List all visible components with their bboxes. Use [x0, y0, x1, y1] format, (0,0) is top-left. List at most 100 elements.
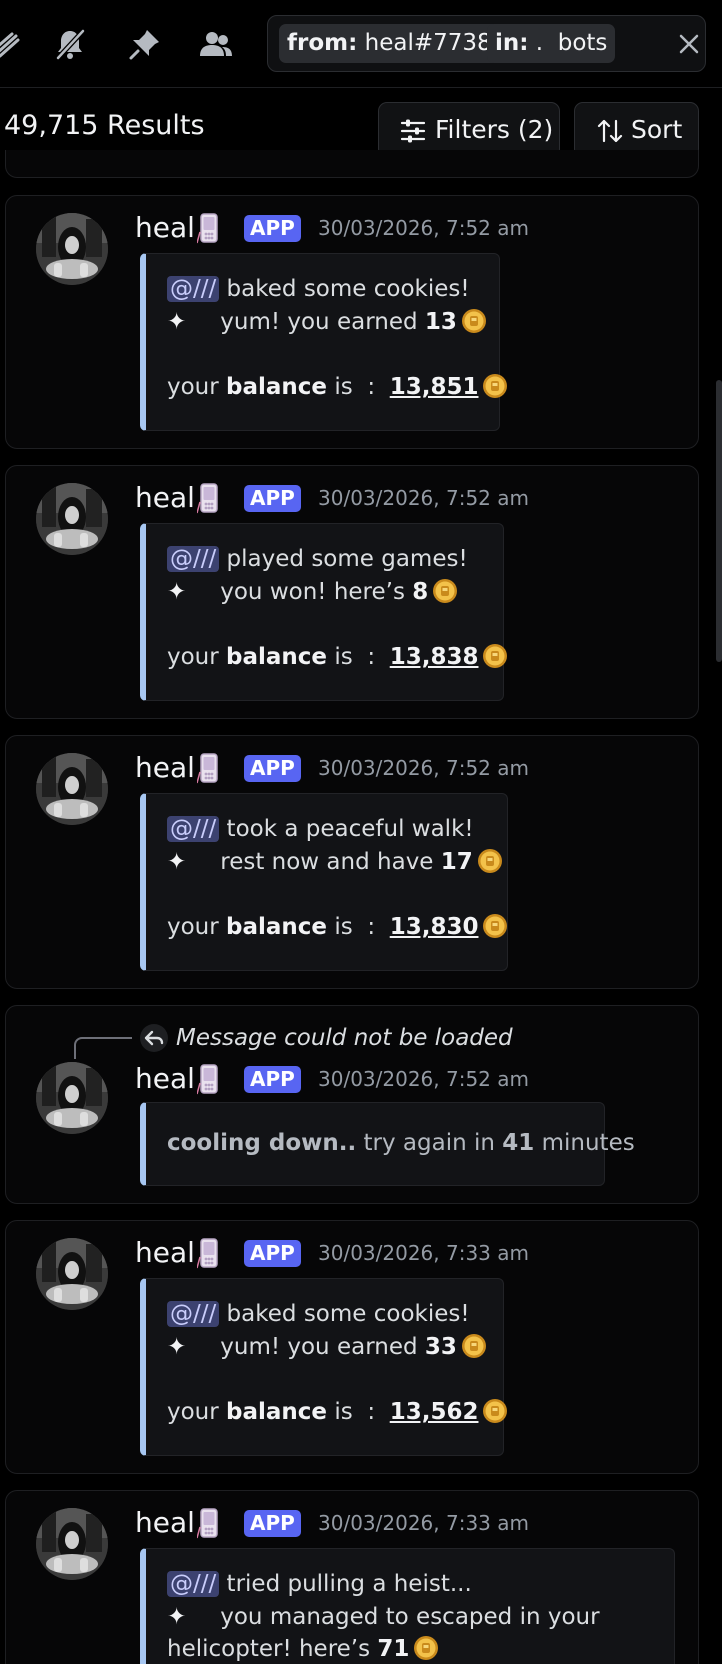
action-text: baked some cookies! — [219, 1301, 470, 1327]
balance-word: balance — [226, 374, 328, 400]
search-result-card[interactable]: Message could not be loaded heal APP 30/… — [5, 1005, 699, 1204]
message-embed: @/// played some games! ✦ you won! here’… — [140, 523, 504, 701]
action-text: baked some cookies! — [219, 276, 470, 302]
reward-text: rest now and have — [220, 849, 441, 875]
avatar[interactable] — [36, 1238, 108, 1310]
app-badge: APP — [244, 1066, 301, 1093]
embed-reward-line: ✦ rest now and have 17 — [167, 847, 503, 877]
message-embed: @/// baked some cookies! ✦ yum! you earn… — [140, 253, 500, 431]
user-mention[interactable]: @/// — [167, 816, 220, 842]
cooldown-bold: cooling down.. — [167, 1130, 357, 1156]
balance-prefix: your — [167, 374, 227, 400]
coin-icon — [482, 643, 508, 669]
sparkle-icon: ✦ — [167, 849, 187, 875]
balance-value: 13,562 — [389, 1399, 479, 1425]
reward-text: you won! here’s — [220, 579, 413, 605]
coin-icon — [432, 578, 458, 604]
username[interactable]: heal — [135, 1235, 195, 1271]
embed-reward-line: ✦ you won! here’s 8 — [167, 577, 458, 607]
reward-amount: 13 — [424, 309, 457, 335]
avatar[interactable] — [36, 213, 108, 285]
filter-sliders-icon — [400, 119, 426, 143]
reward-text: yum! you earned — [220, 309, 425, 335]
search-result-card[interactable]: heal APP 30/03/2026, 7:52 am @/// took a… — [5, 735, 699, 989]
username[interactable]: heal — [135, 1505, 195, 1541]
filters-label: Filters (2) — [435, 115, 554, 144]
app-badge: APP — [244, 1240, 301, 1267]
search-chip-from[interactable]: from: heal#7738 — [279, 24, 500, 63]
embed-action-line: @/// baked some cookies! — [167, 274, 470, 304]
reward-text-2: helicopter! here’s — [167, 1636, 378, 1662]
search-result-card[interactable]: heal APP 30/03/2026, 7:33 am @/// baked … — [5, 1220, 699, 1474]
search-input[interactable]: from: heal#7738 in: . bots — [267, 15, 706, 72]
balance-value: 13,830 — [389, 914, 479, 940]
avatar[interactable] — [36, 1508, 108, 1580]
chip-from-label: from: — [287, 30, 358, 56]
members-icon[interactable] — [198, 26, 234, 62]
coin-icon — [482, 913, 508, 939]
chip-in-value: . bots — [535, 30, 608, 56]
user-mention[interactable]: @/// — [167, 1301, 220, 1327]
search-result-card[interactable]: heal APP 30/03/2026, 7:33 am @/// tried … — [5, 1490, 699, 1664]
coin-icon — [477, 848, 503, 874]
user-mention[interactable]: @/// — [167, 1571, 220, 1597]
avatar[interactable] — [36, 483, 108, 555]
avatar[interactable] — [36, 1062, 108, 1134]
phone-charm-icon — [197, 1237, 221, 1269]
timestamp: 30/03/2026, 7:33 am — [318, 1511, 529, 1535]
timestamp: 30/03/2026, 7:52 am — [318, 216, 529, 240]
app-badge: APP — [244, 1510, 301, 1537]
embed-action-line: @/// took a peaceful walk! — [167, 814, 474, 844]
scrollbar-thumb[interactable] — [716, 380, 722, 662]
reply-arrow-icon — [140, 1024, 168, 1052]
sparkle-icon: ✦ — [167, 579, 187, 605]
search-chip-in[interactable]: in: . bots — [487, 24, 616, 63]
close-icon[interactable] — [671, 26, 707, 62]
embed-balance-line: your balance is : 13,851 — [167, 372, 508, 402]
username[interactable]: heal — [135, 1061, 195, 1097]
message-embed: cooling down.. try again in 41 minutes — [140, 1102, 635, 1186]
embed-reward-line: ✦ yum! you earned 13 — [167, 307, 487, 337]
timestamp: 30/03/2026, 7:33 am — [318, 1241, 529, 1265]
balance-word: balance — [226, 1399, 328, 1425]
cooldown-minutes: 41 — [502, 1130, 535, 1156]
phone-charm-icon — [197, 482, 221, 514]
embed-reward-line: ✦ you managed to escaped in your — [167, 1602, 600, 1632]
balance-word: balance — [226, 644, 328, 670]
sparkle-icon: ✦ — [167, 1334, 187, 1360]
balance-prefix: your — [167, 914, 227, 940]
user-mention[interactable]: @/// — [167, 276, 220, 302]
reward-amount: 71 — [377, 1636, 410, 1662]
app-badge: APP — [244, 755, 301, 782]
pin-icon[interactable] — [127, 26, 163, 62]
username[interactable]: heal — [135, 210, 195, 246]
reward-text: you managed to escaped in your — [220, 1604, 600, 1630]
coin-icon — [461, 1333, 487, 1359]
avatar[interactable] — [36, 753, 108, 825]
coin-icon — [413, 1635, 439, 1661]
action-text: played some games! — [219, 546, 468, 572]
results-count: 49,715 Results — [4, 110, 205, 141]
phone-charm-icon — [197, 1507, 221, 1539]
username[interactable]: heal — [135, 750, 195, 786]
balance-value: 13,838 — [389, 644, 479, 670]
cooldown-line: cooling down.. try again in 41 minutes — [167, 1128, 635, 1158]
embed-action-line: @/// baked some cookies! — [167, 1299, 470, 1329]
search-result-card[interactable]: heal APP 30/03/2026, 7:52 am @/// played… — [5, 465, 699, 719]
balance-separator: is : — [327, 374, 390, 400]
embed-balance-line: your balance is : 13,838 — [167, 642, 508, 672]
threads-icon[interactable] — [0, 26, 28, 62]
reply-unavailable-text: Message could not be loaded — [176, 1025, 513, 1051]
timestamp: 30/03/2026, 7:52 am — [318, 756, 529, 780]
sparkle-icon: ✦ — [167, 1604, 187, 1630]
search-result-card[interactable]: heal APP 30/03/2026, 7:52 am @/// baked … — [5, 195, 699, 449]
balance-separator: is : — [327, 1399, 390, 1425]
username[interactable]: heal — [135, 480, 195, 516]
sparkle-icon: ✦ — [167, 309, 187, 335]
timestamp: 30/03/2026, 7:52 am — [318, 486, 529, 510]
embed-reward-line-2: helicopter! here’s 71 — [167, 1634, 439, 1664]
user-mention[interactable]: @/// — [167, 546, 220, 572]
embed-action-line: @/// tried pulling a heist... — [167, 1569, 472, 1599]
mute-bell-icon[interactable] — [52, 26, 88, 62]
phone-charm-icon — [197, 1063, 221, 1095]
